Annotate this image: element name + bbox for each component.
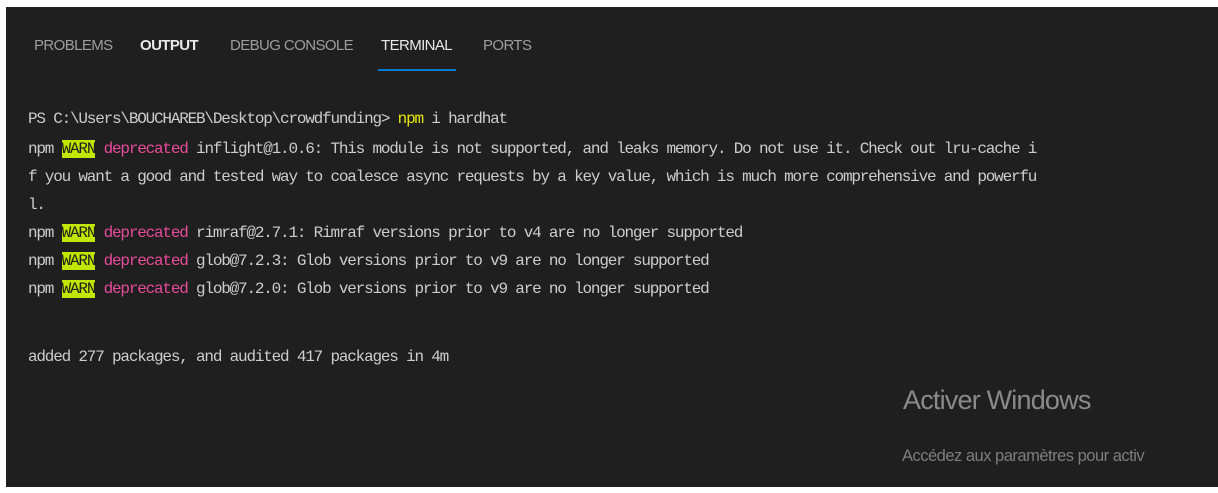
prompt-line: PS C:\Users\BOUCHAREB\Desktop\crowdfundi… xyxy=(28,105,508,133)
tab-output[interactable]: OUTPUT xyxy=(140,37,199,55)
tab-problems[interactable]: PROBLEMS xyxy=(34,37,113,55)
warn-badge: WARN xyxy=(61,280,96,298)
active-tab-indicator xyxy=(378,69,456,71)
warning-message: rimraf@2.7.1: Rimraf versions prior to v… xyxy=(187,224,743,242)
windows-activation-subtitle: Accédez aux paramètres pour activ xyxy=(902,447,1145,465)
warn-badge: WARN xyxy=(61,224,96,242)
warn-badge: WARN xyxy=(61,252,96,270)
terminal-panel: PROBLEMS OUTPUT DEBUG CONSOLE TERMINAL P… xyxy=(6,7,1218,487)
npm-prefix: npm xyxy=(28,280,62,298)
prompt-text: PS C:\Users\BOUCHAREB\Desktop\crowdfundi… xyxy=(28,110,398,128)
warn-badge: WARN xyxy=(61,140,96,158)
warning-message: glob@7.2.3: Glob versions prior to v9 ar… xyxy=(187,252,710,270)
tab-debug-console[interactable]: DEBUG CONSOLE xyxy=(230,37,354,55)
tab-terminal[interactable]: TERMINAL xyxy=(381,37,453,55)
deprecated-label: deprecated xyxy=(95,252,189,270)
npm-prefix: npm xyxy=(28,252,62,270)
command-args: i hardhat xyxy=(422,110,508,128)
warning-continuation: l. xyxy=(28,196,46,214)
command-npm: npm xyxy=(397,110,424,128)
deprecated-label: deprecated xyxy=(95,140,189,158)
tab-ports[interactable]: PORTS xyxy=(483,37,532,55)
warning-message: inflight@1.0.6: This module is not suppo… xyxy=(187,140,1037,158)
panel-tab-bar: PROBLEMS OUTPUT DEBUG CONSOLE TERMINAL P… xyxy=(6,7,1218,79)
windows-activation-title: Activer Windows xyxy=(903,385,1091,415)
warning-continuation: f you want a good and tested way to coal… xyxy=(28,168,1037,186)
deprecated-label: deprecated xyxy=(95,280,189,298)
warning-line: npm WARN deprecated glob@7.2.3: Glob ver… xyxy=(28,247,710,275)
npm-prefix: npm xyxy=(28,224,62,242)
warning-line: npm WARN deprecated rimraf@2.7.1: Rimraf… xyxy=(28,219,743,247)
warning-line: npm WARN deprecated inflight@1.0.6: This… xyxy=(28,135,1037,163)
warning-line: npm WARN deprecated glob@7.2.0: Glob ver… xyxy=(28,275,710,303)
summary-line: added 277 packages, and audited 417 pack… xyxy=(28,348,449,366)
deprecated-label: deprecated xyxy=(95,224,189,242)
npm-prefix: npm xyxy=(28,140,62,158)
warning-message: glob@7.2.0: Glob versions prior to v9 ar… xyxy=(187,280,710,298)
